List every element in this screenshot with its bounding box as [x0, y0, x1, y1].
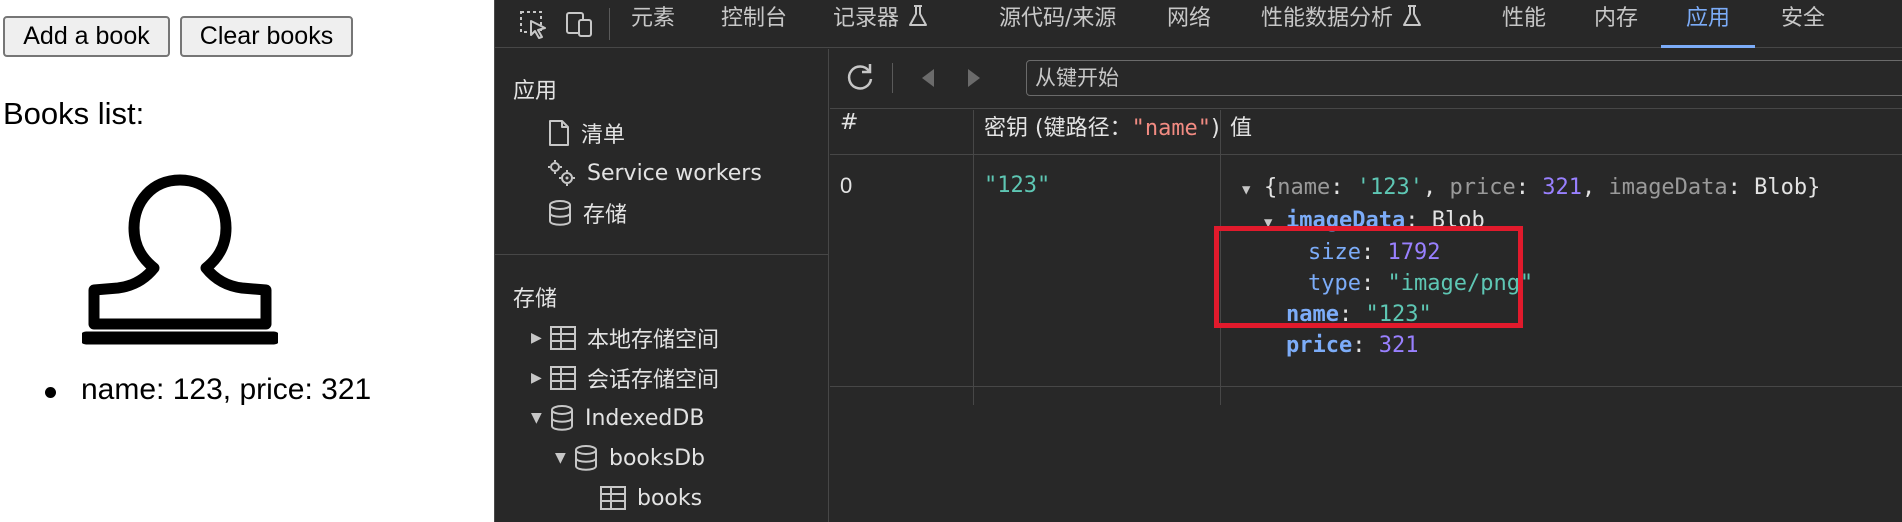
collapse-arrow-icon[interactable]: ▼ [1242, 182, 1264, 198]
list-item: name: 123, price: 321 [45, 373, 371, 407]
tab-sources[interactable]: 源代码/来源 [999, 0, 1116, 48]
clear-books-button[interactable]: Clear books [180, 16, 353, 57]
column-header-key[interactable]: 密钥 (键路径："name") [984, 110, 1220, 154]
devtools-panel: 元素 控制台 记录器 源代码/来源 网络 性能数据分析 性能 内存 应用 安全 … [494, 0, 1902, 522]
tab-performance[interactable]: 性能 [1502, 0, 1546, 48]
price-property: price: 321 [1286, 333, 1419, 358]
indexeddb-data-view: 从键开始 # 密钥 (键路径："name") 值 0 "123" ▼ {name:… [830, 49, 1902, 522]
row-divider [830, 386, 1902, 387]
sidebar-divider [495, 254, 829, 255]
sidebar-item-local-storage[interactable]: ▶ 本地存储空间 [531, 320, 719, 356]
sidebar-item-manifest[interactable]: 清单 [547, 115, 625, 151]
previous-arrow-icon[interactable] [918, 67, 938, 89]
web-page: Add a book Clear books Books list: name:… [0, 0, 494, 522]
device-toolbar-icon[interactable] [563, 8, 595, 40]
collapse-arrow-icon[interactable]: ▼ [555, 450, 569, 466]
row-key-cell: "123" [984, 173, 1051, 198]
tab-memory[interactable]: 内存 [1594, 0, 1638, 48]
file-icon [549, 120, 569, 146]
expand-arrow-icon[interactable]: ▶ [531, 330, 545, 346]
sidebar-item-indexeddb[interactable]: ▼ IndexedDB [531, 400, 704, 436]
table-icon [550, 366, 576, 390]
stamp-icon [82, 174, 278, 345]
tab-recorder[interactable]: 记录器 [833, 0, 929, 48]
column-header-value[interactable]: 值 [1230, 110, 1252, 154]
tab-application[interactable]: 应用 [1661, 0, 1756, 48]
table-icon [550, 326, 576, 350]
sidebar-item-session-storage[interactable]: ▶ 会话存储空间 [531, 360, 719, 396]
tab-console[interactable]: 控制台 [721, 0, 787, 48]
books-list: name: 123, price: 321 [45, 373, 371, 407]
sidebar-item-service-workers[interactable]: Service workers [547, 155, 762, 191]
row-index-cell: 0 [840, 173, 853, 198]
next-arrow-icon[interactable] [964, 67, 984, 89]
books-list-title: Books list: [3, 96, 145, 131]
experimental-flask-icon [1403, 5, 1422, 26]
database-icon [549, 200, 571, 226]
sidebar-heading-storage: 存储 [513, 287, 558, 312]
sidebar-item-books-store[interactable]: books [599, 480, 702, 516]
inspect-element-icon[interactable] [517, 8, 549, 40]
highlight-box [1214, 226, 1523, 328]
refresh-icon[interactable] [844, 61, 876, 93]
tab-network[interactable]: 网络 [1167, 0, 1211, 48]
column-header-index[interactable]: # [840, 110, 858, 154]
expand-arrow-icon[interactable]: ▶ [531, 370, 545, 386]
database-icon [551, 405, 573, 431]
experimental-flask-icon [909, 5, 928, 26]
sidebar-item-storage[interactable]: 存储 [547, 195, 627, 231]
collapse-arrow-icon[interactable]: ▼ [531, 410, 545, 426]
tab-performance-insights[interactable]: 性能数据分析 [1261, 0, 1423, 48]
header-divider [830, 154, 1902, 155]
table-icon [600, 486, 626, 510]
toolbar-separator [609, 8, 610, 40]
start-from-key-input[interactable]: 从键开始 [1026, 60, 1902, 96]
add-book-button[interactable]: Add a book [3, 16, 170, 57]
sidebar-heading-application: 应用 [513, 79, 558, 104]
application-sidebar: 应用 清单 Service workers 存储 存储 ▶ 本地存储空间 ▶ 会… [495, 49, 829, 522]
devtools-tab-bar: 元素 控制台 记录器 源代码/来源 网络 性能数据分析 性能 内存 应用 安全 [495, 0, 1902, 48]
tab-elements[interactable]: 元素 [631, 0, 675, 48]
value-summary[interactable]: ▼ {name: '123', price: 321, imageData: Bl… [1242, 175, 1820, 200]
toolbar-separator [892, 63, 893, 93]
database-icon [575, 445, 597, 471]
data-view-toolbar: 从键开始 [830, 49, 1902, 109]
tab-security[interactable]: 安全 [1781, 0, 1825, 48]
gears-icon [548, 160, 575, 186]
sidebar-item-booksdb[interactable]: ▼ booksDb [555, 440, 705, 476]
